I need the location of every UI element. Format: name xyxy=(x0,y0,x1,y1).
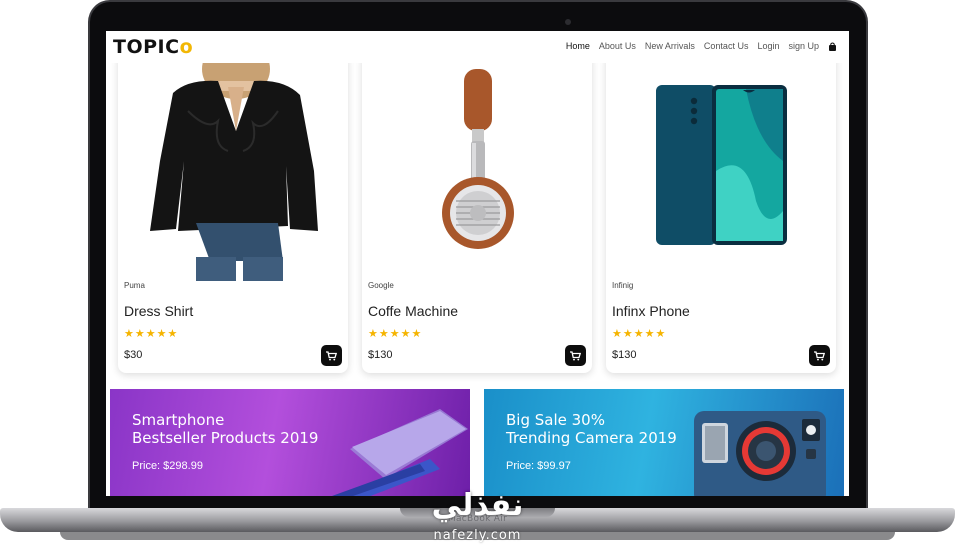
site-header: TOPICo Home About Us New Arrivals Contac… xyxy=(106,31,849,63)
product-price: $30 xyxy=(124,349,143,361)
product-brand: Google xyxy=(368,281,394,290)
site-logo[interactable]: TOPICo xyxy=(113,36,193,58)
product-card[interactable]: Google Coffe Machine ★★★★★ $130 xyxy=(362,51,592,373)
product-price: $130 xyxy=(368,349,393,361)
cart-icon xyxy=(570,350,581,360)
product-image-smartphone[interactable] xyxy=(606,51,836,281)
shopping-bag-icon[interactable] xyxy=(828,42,837,51)
star-rating: ★★★★★ xyxy=(612,328,667,340)
add-to-cart-button[interactable] xyxy=(321,345,342,366)
banner-title: Big Sale 30% Trending Camera 2019 xyxy=(506,411,677,447)
webcam-icon xyxy=(565,19,571,25)
product-title[interactable]: Dress Shirt xyxy=(124,303,193,319)
banner-price: Price: $298.99 xyxy=(132,460,203,472)
watermark: نفذلي nafezly.com xyxy=(0,488,955,543)
cart-icon xyxy=(326,350,337,360)
banner-title: Smartphone Bestseller Products 2019 xyxy=(132,411,319,447)
product-title[interactable]: Coffe Machine xyxy=(368,303,458,319)
product-brand: Infinig xyxy=(612,281,634,290)
nav-about-us[interactable]: About Us xyxy=(599,41,636,51)
product-title[interactable]: Infinx Phone xyxy=(612,303,690,319)
main-nav: Home About Us New Arrivals Contact Us Lo… xyxy=(566,41,837,51)
promo-banner-smartphone[interactable]: Smartphone Bestseller Products 2019 Pric… xyxy=(110,389,470,496)
nav-sign-up[interactable]: sign Up xyxy=(788,41,819,51)
browser-viewport: Puma Dress Shirt ★★★★★ $30 Google Coffe … xyxy=(106,31,849,496)
nav-home[interactable]: Home xyxy=(566,41,590,51)
product-image-headphones[interactable] xyxy=(362,51,592,281)
banner-price: Price: $99.97 xyxy=(506,460,571,472)
nav-new-arrivals[interactable]: New Arrivals xyxy=(645,41,695,51)
cart-icon xyxy=(814,350,825,360)
nav-contact-us[interactable]: Contact Us xyxy=(704,41,749,51)
product-price: $130 xyxy=(612,349,637,361)
star-rating: ★★★★★ xyxy=(124,328,179,340)
add-to-cart-button[interactable] xyxy=(809,345,830,366)
add-to-cart-button[interactable] xyxy=(565,345,586,366)
nav-login[interactable]: Login xyxy=(757,41,779,51)
promo-banner-camera[interactable]: Big Sale 30% Trending Camera 2019 Price:… xyxy=(484,389,844,496)
product-card[interactable]: Infinig Infinx Phone ★★★★★ $130 xyxy=(606,51,836,373)
watermark-arabic-text: نفذلي xyxy=(431,488,524,523)
product-image-black-blouse[interactable] xyxy=(118,51,348,281)
star-rating: ★★★★★ xyxy=(368,328,423,340)
watermark-url: nafezly.com xyxy=(433,528,522,543)
product-brand: Puma xyxy=(124,281,145,290)
product-card[interactable]: Puma Dress Shirt ★★★★★ $30 xyxy=(118,51,348,373)
promo-image-instant-camera xyxy=(694,411,826,496)
